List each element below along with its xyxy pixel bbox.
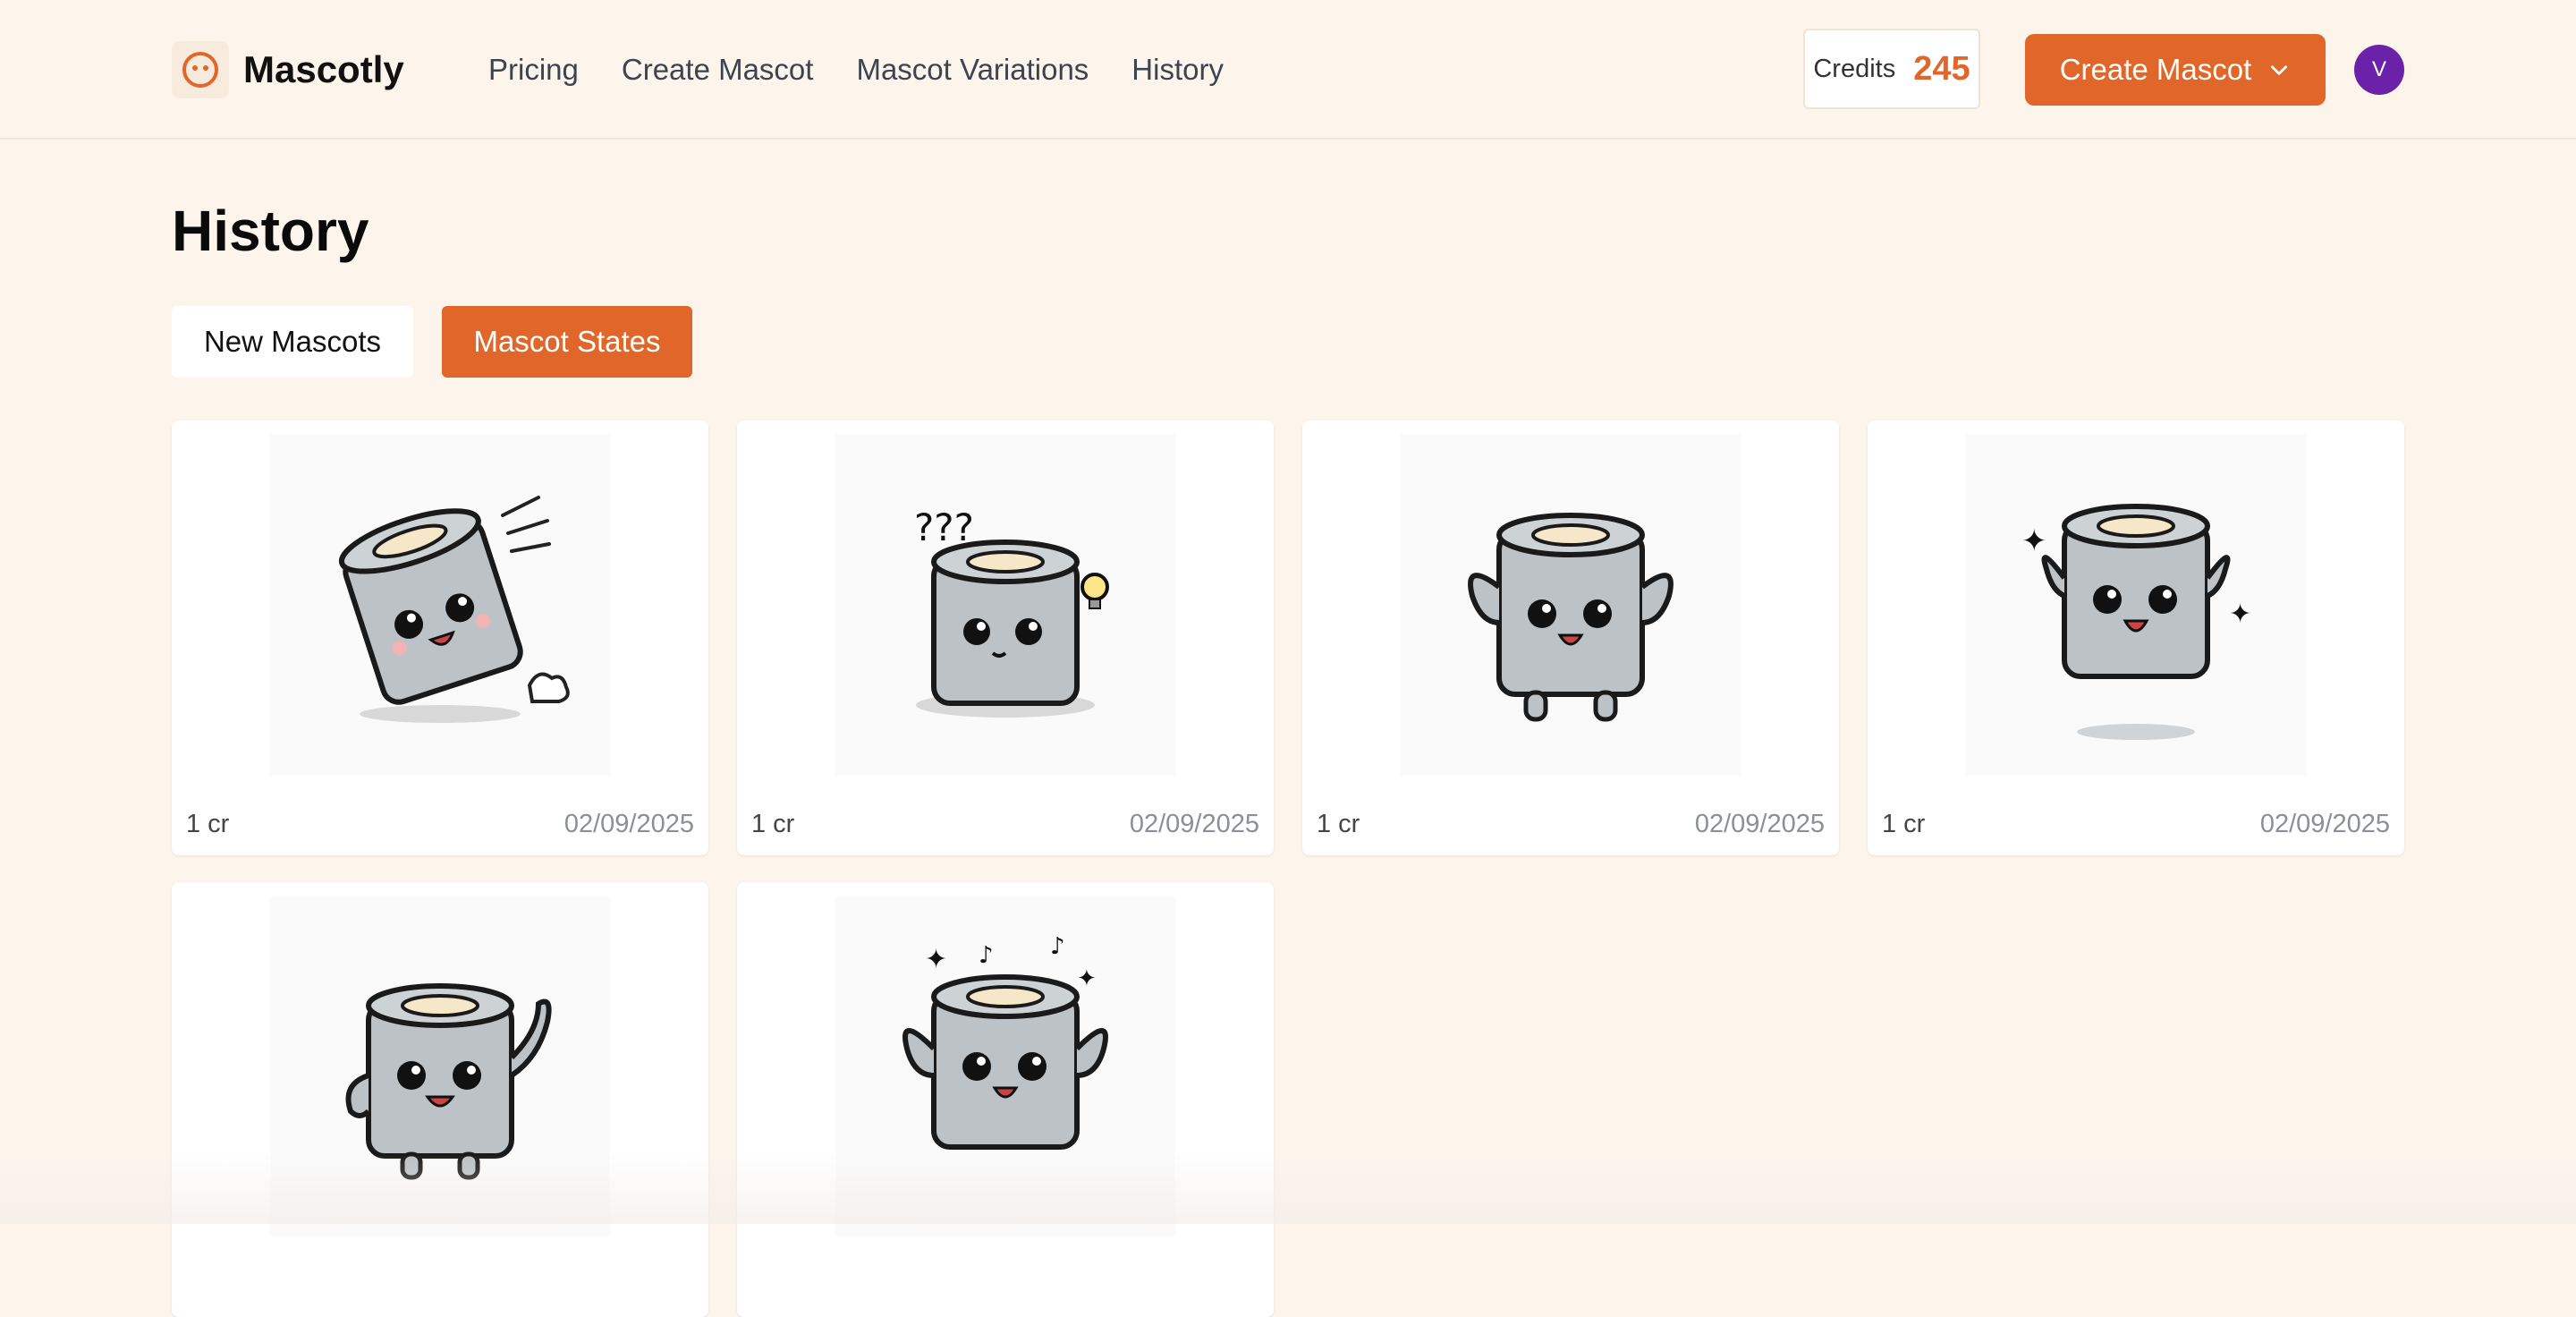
credits-value: 245 <box>1913 49 1970 88</box>
top-header: Mascotly Pricing Create Mascot Mascot Va… <box>0 0 2576 140</box>
main-nav: Pricing Create Mascot Mascot Variations … <box>488 45 1224 95</box>
history-card[interactable]: 1 cr 02/09/2025 <box>172 421 708 855</box>
mascot-happy-icon <box>1401 435 1741 775</box>
create-mascot-button[interactable]: Create Mascot <box>2025 34 2326 106</box>
history-card[interactable] <box>172 882 708 1317</box>
chevron-down-icon <box>2271 65 2288 75</box>
logo-icon[interactable] <box>172 41 229 98</box>
svg-text:✦: ✦ <box>925 944 947 975</box>
card-cost: 1 cr <box>751 810 795 838</box>
svg-text:♪: ♪ <box>979 942 994 969</box>
card-date: 02/09/2025 <box>1694 810 1825 838</box>
nav-create-mascot[interactable]: Create Mascot <box>622 45 814 95</box>
svg-text:✦: ✦ <box>2229 599 2251 630</box>
card-date: 02/09/2025 <box>564 810 694 838</box>
svg-text:✦: ✦ <box>2021 523 2047 559</box>
mascot-face-icon <box>182 52 218 88</box>
svg-text:✦: ✦ <box>1077 965 1097 992</box>
nav-history[interactable]: History <box>1131 45 1224 95</box>
svg-text:???: ??? <box>914 506 974 549</box>
card-cost: 1 cr <box>186 810 230 838</box>
history-card[interactable]: ??? 1 cr 02/09/2025 <box>737 421 1274 855</box>
nav-mascot-variations[interactable]: Mascot Variations <box>856 45 1089 95</box>
mascot-jumping-icon: ✦ ✦ <box>1966 435 2306 775</box>
credits-label: Credits <box>1813 54 1896 83</box>
credits-badge: Credits 245 <box>1803 29 1980 109</box>
user-avatar[interactable]: V <box>2354 45 2404 95</box>
svg-text:♪: ♪ <box>1050 933 1065 960</box>
history-card[interactable]: ✦ ✦ ♪ ♪ <box>737 882 1274 1317</box>
nav-pricing[interactable]: Pricing <box>488 45 579 95</box>
brand-name[interactable]: Mascotly <box>243 45 404 95</box>
mascot-running-icon <box>270 435 610 775</box>
card-cost: 1 cr <box>1317 810 1360 838</box>
mascot-dancing-icon: ✦ ✦ ♪ ♪ <box>835 896 1175 1236</box>
card-date: 02/09/2025 <box>1129 810 1259 838</box>
create-mascot-button-label: Create Mascot <box>2059 53 2252 86</box>
tab-new-mascots[interactable]: New Mascots <box>172 306 413 378</box>
history-card[interactable]: 1 cr 02/09/2025 <box>1302 421 1839 855</box>
page-title: History <box>172 199 369 263</box>
mascot-waving-icon <box>270 896 610 1236</box>
card-date: 02/09/2025 <box>2259 810 2390 838</box>
history-card[interactable]: ✦ ✦ 1 cr 02/09/2025 <box>1868 421 2404 855</box>
card-cost: 1 cr <box>1882 810 1926 838</box>
mascot-thinking-icon: ??? <box>835 435 1175 775</box>
tab-mascot-states[interactable]: Mascot States <box>442 306 692 378</box>
